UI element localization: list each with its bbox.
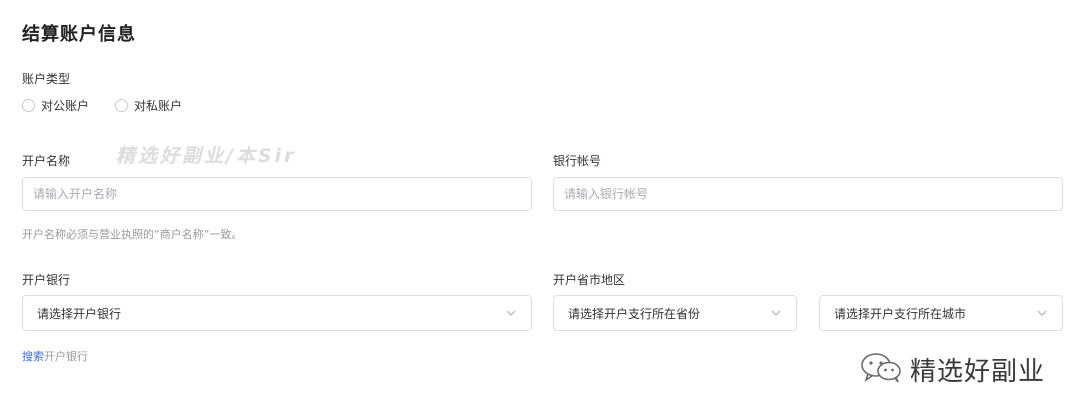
- radio-icon[interactable]: [22, 99, 35, 112]
- search-bank-row: 搜索 开户银行: [22, 348, 88, 364]
- radio-private-account[interactable]: 对私账户: [115, 97, 182, 114]
- region-label: 开户省市地区: [553, 273, 626, 287]
- section-title: 结算账户信息: [22, 24, 136, 45]
- city-select-placeholder: 请选择开户支行所在城市: [834, 306, 967, 321]
- brand-watermark: 精选好副业: [858, 350, 1045, 388]
- radio-icon[interactable]: [115, 99, 129, 112]
- account-name-label: 开户名称: [22, 154, 71, 168]
- bank-select[interactable]: 请选择开户银行: [22, 295, 532, 331]
- account-type-label: 账户类型: [22, 72, 71, 86]
- account-name-hint: 开户名称必须与营业执照的“商户名称”一致。: [22, 228, 243, 241]
- search-bank-link[interactable]: 搜索: [22, 348, 44, 364]
- province-select[interactable]: 请选择开户支行所在省份: [553, 295, 797, 331]
- bank-label: 开户银行: [22, 273, 71, 287]
- account-name-input[interactable]: [22, 177, 532, 211]
- radio-public-account-label: 对公账户: [41, 99, 90, 113]
- radio-public-account[interactable]: 对公账户: [22, 97, 89, 114]
- province-select-placeholder: 请选择开户支行所在省份: [568, 306, 701, 321]
- wechat-icon: [858, 350, 904, 388]
- brand-text: 精选好副业: [910, 356, 1046, 387]
- chevron-down-icon: [505, 307, 517, 319]
- bank-select-placeholder: 请选择开户银行: [37, 306, 122, 321]
- radio-private-account-label: 对私账户: [134, 99, 183, 113]
- account-type-radio-group: 对公账户 对私账户: [22, 97, 182, 114]
- chevron-down-icon: [770, 307, 782, 319]
- search-bank-text: 开户银行: [44, 350, 88, 363]
- bank-account-label: 银行帐号: [553, 154, 602, 168]
- bank-account-input[interactable]: [553, 177, 1063, 211]
- city-select[interactable]: 请选择开户支行所在城市: [819, 295, 1063, 331]
- chevron-down-icon: [1036, 307, 1048, 319]
- watermark-text: 精选好副业/本Sir: [116, 145, 297, 167]
